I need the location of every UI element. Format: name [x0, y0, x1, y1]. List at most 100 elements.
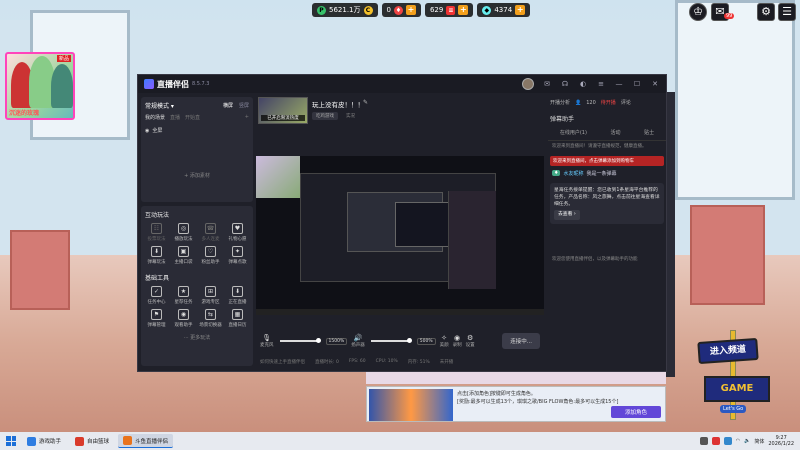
record-control[interactable]: ◉ 录制 — [453, 334, 462, 348]
mic-slider[interactable] — [279, 338, 321, 343]
task-see-button[interactable]: 去查看 › — [554, 210, 580, 220]
app-logo-icon — [144, 79, 154, 89]
menu-icon[interactable]: ☰ — [778, 3, 796, 21]
add-gems-button[interactable]: + — [458, 5, 469, 15]
speaker-slider[interactable] — [370, 338, 412, 343]
danmaku-text: 我是一条弹幕 — [586, 170, 617, 177]
windows-start-icon[interactable] — [6, 436, 16, 446]
add-scene-icon[interactable]: + — [245, 114, 249, 121]
tool-button[interactable]: ◎ 播放玩法 — [170, 223, 197, 242]
skin-icon[interactable]: ◐ — [578, 79, 588, 89]
orientation-landscape[interactable]: 横屏 — [223, 103, 233, 109]
taskbar-app[interactable]: 游戏助手 — [22, 434, 66, 448]
tool-icon: ◎ — [178, 223, 189, 234]
mode-dropdown[interactable]: 常规模式 ▾ — [145, 101, 174, 110]
scene-tab-start[interactable]: 开始直 — [185, 114, 200, 121]
message-icon[interactable]: ✉ — [542, 79, 552, 89]
tool-button[interactable]: ✓ 任务中心 — [143, 286, 170, 305]
close-icon[interactable]: ✕ — [650, 79, 660, 89]
level-badge-icon: ♦ — [552, 170, 561, 177]
cover-image[interactable]: 已开启限流热度 — [258, 97, 308, 124]
enter-channel-sign[interactable]: 进入频道 GAME Let's Go — [690, 330, 790, 430]
windows-taskbar: 游戏助手 自由篮球 斗鱼直播伴侣 ◠ 🔈 简体 9:27 2026/1/22 — [0, 432, 800, 450]
record-icon: ◉ — [454, 334, 461, 342]
connect-button[interactable]: 连接中... — [502, 333, 540, 349]
scene-item-fullscreen[interactable]: ◉ 全屏 — [145, 127, 249, 135]
add-tickets-button[interactable]: + — [515, 5, 526, 15]
tool-button[interactable]: ♡ 粉丝助手 — [197, 246, 224, 265]
comment-link[interactable]: 评论 — [621, 99, 631, 106]
status-item: 直播时长: 0 — [315, 360, 339, 365]
more-tools-button[interactable]: ··· 更多玩法 — [141, 334, 253, 341]
mic-percent[interactable]: 1500% — [325, 337, 348, 345]
tool-label: 观看助手 — [174, 323, 193, 328]
tool-button[interactable]: ▦ 直播日历 — [224, 309, 251, 328]
scene-tab-mine[interactable]: 我的场景 — [145, 114, 165, 121]
app-version: 8.5.7.3 — [192, 81, 210, 87]
stream-preview[interactable] — [256, 156, 544, 315]
add-character-button[interactable]: 添加角色 — [610, 406, 661, 418]
live-status: 待开播 — [600, 100, 616, 106]
tool-button[interactable]: ▣ 主播口袋 — [170, 246, 197, 265]
effects-control[interactable]: ✧ 美颜 — [440, 334, 449, 348]
category-pill[interactable]: 吃鸡游戏 — [312, 112, 338, 120]
red-danmaku[interactable]: 欢迎来到直播间，点击弹幕添加到购物车 — [550, 155, 664, 166]
eye-icon: ◉ — [145, 127, 150, 134]
cover-text: 已开启限流热度 — [261, 115, 305, 121]
tool-button[interactable]: ⬇ 弹幕玩法 — [143, 246, 170, 265]
status-item[interactable]: 如何快速上手直播伴侣 — [260, 359, 305, 365]
tray-app-icon-3[interactable] — [723, 437, 732, 445]
tray-app-icon-2[interactable] — [711, 437, 720, 445]
wifi-icon[interactable]: ◠ — [736, 438, 740, 444]
taskbar-app[interactable]: 自由篮球 — [70, 434, 114, 448]
clock[interactable]: 9:27 2026/1/22 — [768, 435, 794, 448]
danmaku-user[interactable]: 水友昵称 — [563, 170, 583, 177]
tool-button[interactable]: ⬇ 正在直播 — [224, 286, 251, 305]
tool-button[interactable]: ⚑ 弹幕管理 — [143, 309, 170, 328]
tool-button[interactable]: ⊞ 游戏专区 — [197, 286, 224, 305]
analysis-link[interactable]: 开播分析 — [550, 99, 570, 106]
edit-icon[interactable]: ✎ — [363, 99, 368, 106]
welcome-message: 欢迎您使用直播伴侣，以及弹幕助手的功能 — [552, 256, 638, 262]
tab-online-users[interactable]: 在线用户(1) — [560, 129, 587, 136]
tool-button[interactable]: ◉ 观看助手 — [170, 309, 197, 328]
add-zero-button[interactable]: + — [405, 5, 416, 15]
maximize-icon[interactable]: ☐ — [632, 79, 642, 89]
speaker-control[interactable]: 🔊 扬声器 — [351, 334, 365, 348]
tool-button[interactable]: ☎ 多人连麦 — [197, 223, 224, 242]
avatar-card[interactable]: 新品 沉迷的玫瑰 — [5, 52, 75, 120]
tool-label: 游戏专区 — [201, 300, 220, 305]
fire-icon: ♦ — [393, 5, 403, 15]
status-item: 内存: 51% — [407, 360, 430, 365]
settings-control[interactable]: ⚙ 设置 — [466, 334, 475, 348]
tool-button[interactable]: ⇆ 场景切换器 — [197, 309, 224, 328]
gift-box-icon[interactable]: ♔ — [689, 3, 707, 21]
minimize-icon[interactable]: — — [614, 79, 624, 89]
volume-icon[interactable]: 🔈 — [744, 438, 750, 444]
preview-side-panel — [448, 191, 496, 289]
sign-sub: Let's Go — [720, 405, 747, 413]
tool-button[interactable]: ☷ 投票玩法 — [143, 223, 170, 242]
language-indicator[interactable]: 简体 — [754, 438, 764, 445]
orientation-portrait[interactable]: 竖屏 — [239, 103, 249, 109]
system-tray: ◠ 🔈 简体 9:27 2026/1/22 — [699, 435, 800, 448]
tool-button[interactable]: ✦ 弹幕点歌 — [224, 246, 251, 265]
taskbar-app[interactable]: 斗鱼直播伴侣 — [118, 434, 174, 448]
tool-icon: ⇆ — [205, 309, 216, 320]
tray-app-icon-1[interactable] — [699, 437, 708, 445]
speaker-percent[interactable]: 500% — [416, 337, 436, 345]
user-avatar[interactable] — [522, 78, 534, 90]
tool-button[interactable]: ★ 星荐任务 — [170, 286, 197, 305]
tab-tips[interactable]: 贴士 — [644, 129, 654, 136]
tab-activity[interactable]: 活动 — [611, 129, 621, 136]
tool-icon: ✦ — [232, 246, 243, 257]
viewer-count: 120 — [586, 99, 596, 106]
settings-icon[interactable]: ⚙ — [757, 3, 775, 21]
add-source-button[interactable]: + 添加素材 — [141, 172, 253, 179]
headset-icon[interactable]: ☊ — [560, 79, 570, 89]
menu-icon[interactable]: ≡ — [596, 79, 606, 89]
mic-control[interactable]: 🎙 麦克风 — [260, 334, 274, 348]
tool-icon: ♡ — [205, 246, 216, 257]
tool-button[interactable]: ♥ 礼物心愿 — [224, 223, 251, 242]
scene-tab-live[interactable]: 直播 — [170, 114, 180, 121]
